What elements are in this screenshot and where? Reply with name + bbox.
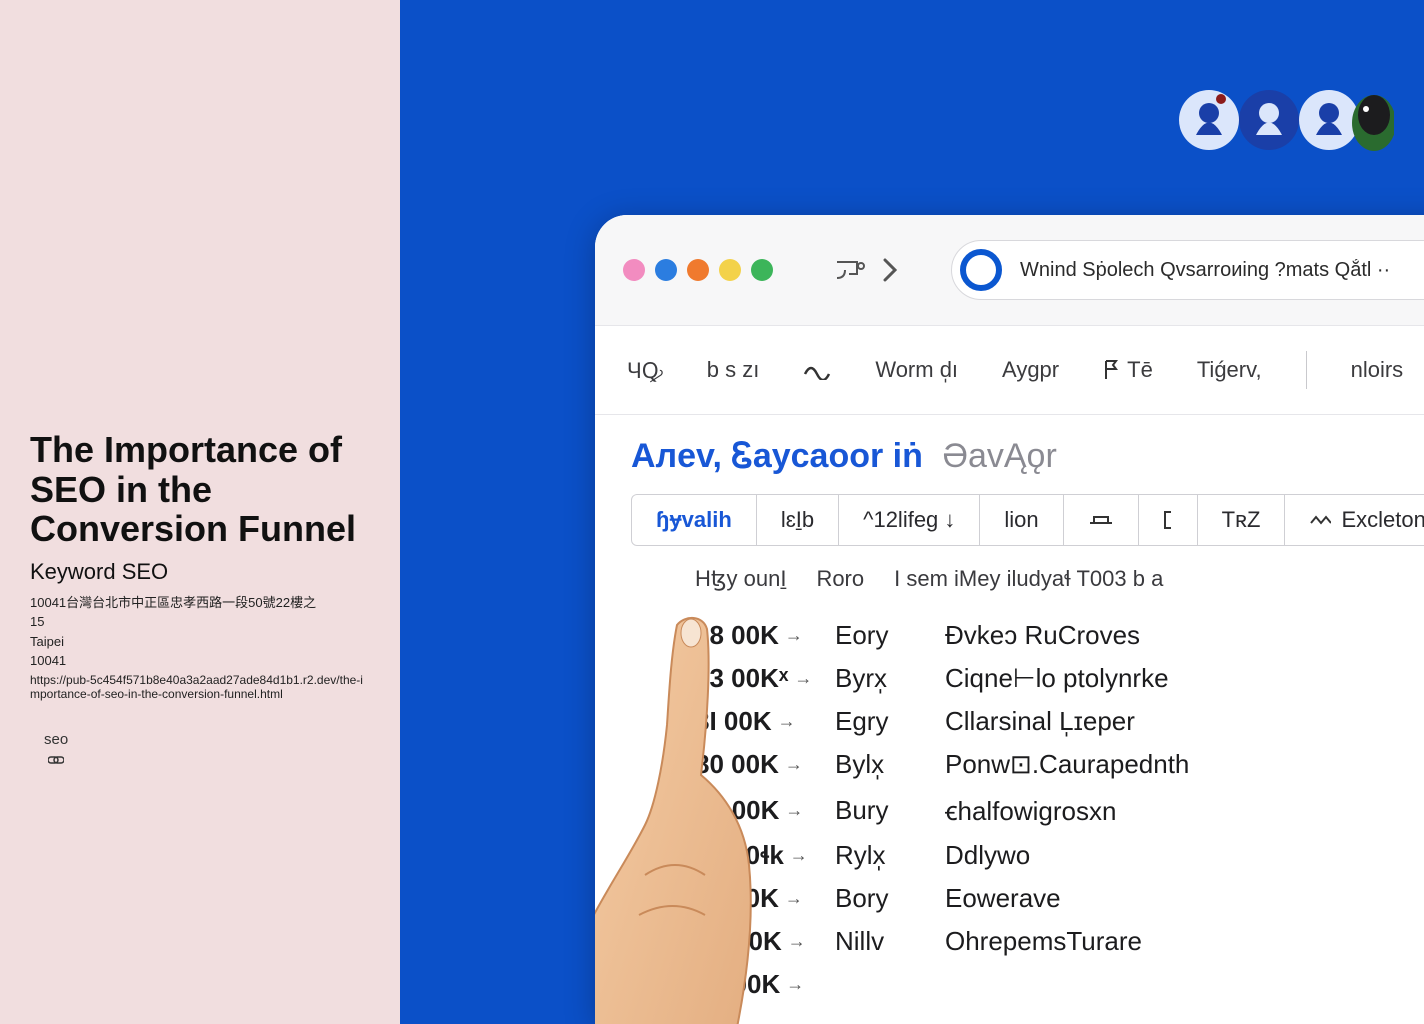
data-row[interactable]: 17 00ɬk→Rylx̩Ddlywo [695,834,1424,877]
sub-2: I sem iMey iludyaɬ T003 b a [894,566,1163,592]
page-url[interactable]: https://pub-5c454f571b8e40a3a2aad27ade84… [30,673,370,701]
data-row[interactable]: Ȝ2 00K→Buryꞓhalfowigrosxn [695,786,1424,834]
tool-item-2[interactable] [803,360,831,380]
filter-4[interactable] [1064,495,1139,545]
nav-icons [833,256,901,284]
dot-pink[interactable] [623,259,645,281]
filter-2[interactable]: ^12lifeg ↓ [839,495,980,545]
tool-item-3[interactable]: Worm d̩ı [875,357,958,383]
flag-icon [1103,359,1119,381]
content-area: Aлev, Ꮛaycaoor iṅ ƏavĄǫr ɧɏvalih lɛI̱b ^… [595,415,1424,1006]
squiggle-icon [803,360,831,380]
dot-yellow[interactable] [719,259,741,281]
filter-bar: ɧɏvalih lɛI̱b ^12lifeg ↓ lion TʀZ Exclet… [631,494,1424,546]
cast-icon[interactable] [833,258,867,282]
filter-1[interactable]: lɛI̱b [757,495,839,545]
tool-row: ЧꝘ b s zı Worm d̩ı Aygpr Tē Tiǵerv, nloi… [595,325,1424,415]
tag-label: seo [44,731,370,748]
omnibox[interactable]: Wnind Sṗolech Qvsarroиing ?mats Qắtl ·· [951,240,1424,300]
sub-1: Roro [816,566,864,592]
sub-line: Hꜩy ounI̱ Roro I sem iMey iludyaɬ T003 b… [695,566,1424,592]
data-row[interactable]: 80 00K→Bylx̩Ponw⊡.Caurapednth [695,743,1424,786]
separator [1306,351,1307,389]
tray-icon [1088,511,1114,529]
omnibox-text: Wnind Sṗolech Qvsarroиing ?mats Qắtl ·· [1020,259,1390,282]
page-title: The Importance of SEO in the Conversion … [30,430,370,549]
search-icon [960,249,1002,291]
data-row[interactable]: 32 00K→BoryEowerave [695,877,1424,920]
avatar-cluster [1174,85,1394,155]
sidebar: The Importance of SEO in the Conversion … [0,0,400,1024]
tool-item-0[interactable]: ЧꝘ [627,355,663,385]
headline-grey: ƏavĄǫr [942,437,1056,475]
tool-item-7[interactable]: nloirs [1351,357,1404,383]
data-row[interactable]: 8Ḟ 00K→ [695,963,1424,1006]
dot-green[interactable] [751,259,773,281]
data-rows: 68 00K→EoryÐvkeɔ RuCroves 13 00Kˣ→Byrx̩C… [695,614,1424,1006]
city: Taipei [30,632,370,652]
zip: 10041 [30,651,370,671]
tool-item-4[interactable]: Aygpr [1002,357,1059,383]
filter-6[interactable]: TʀZ [1198,495,1286,545]
browser-window: Wnind Sṗolech Qvsarroиing ?mats Qắtl ·· … [595,215,1424,1024]
bracket-icon [1163,510,1173,530]
data-row[interactable]: 13 00Kˣ→Byrx̩Ciqne⊢lo ptolynrke [695,657,1424,700]
address-line-1: 10041台灣台北市中正區忠孝西路一段50號22樓之 [30,593,370,613]
dot-orange[interactable] [687,259,709,281]
headline-blue: Aлev, Ꮛaycaoor iṅ [631,437,923,475]
tool-item-5[interactable]: Tē [1103,357,1153,383]
sub-0: Hꜩy ounI̱ [695,566,786,592]
filter-0[interactable]: ɧɏvalih [632,495,757,545]
filter-7[interactable]: Excletonı [1285,495,1424,545]
tool-item-1[interactable]: b s zı [707,357,760,383]
tool-item-6[interactable]: Tiǵerv, [1197,357,1262,383]
address-line-2: 15 [30,612,370,632]
data-row[interactable]: S0 00K→NillvOhrepemsTurare [695,920,1424,963]
window-dots [623,259,773,281]
browser-chrome: Wnind Sṗolech Qvsarroиing ?mats Qắtl ·· [595,215,1424,325]
page-subtitle: Keyword SEO [30,559,370,585]
link-icon [48,754,370,768]
filter-3[interactable]: lion [980,495,1063,545]
forward-icon[interactable] [881,256,901,284]
data-row[interactable]: 8I 00K→EgryCllarsinal L̩ɪeper [695,700,1424,743]
main-area: Wnind Sṗolech Qvsarroиing ?mats Qắtl ·· … [400,0,1424,1024]
zigzag-icon [1309,513,1331,527]
dot-blue[interactable] [655,259,677,281]
filter-5[interactable] [1139,495,1198,545]
headline: Aлev, Ꮛaycaoor iṅ ƏavĄǫr [631,437,1424,476]
data-row[interactable]: 68 00K→EoryÐvkeɔ RuCroves [695,614,1424,657]
